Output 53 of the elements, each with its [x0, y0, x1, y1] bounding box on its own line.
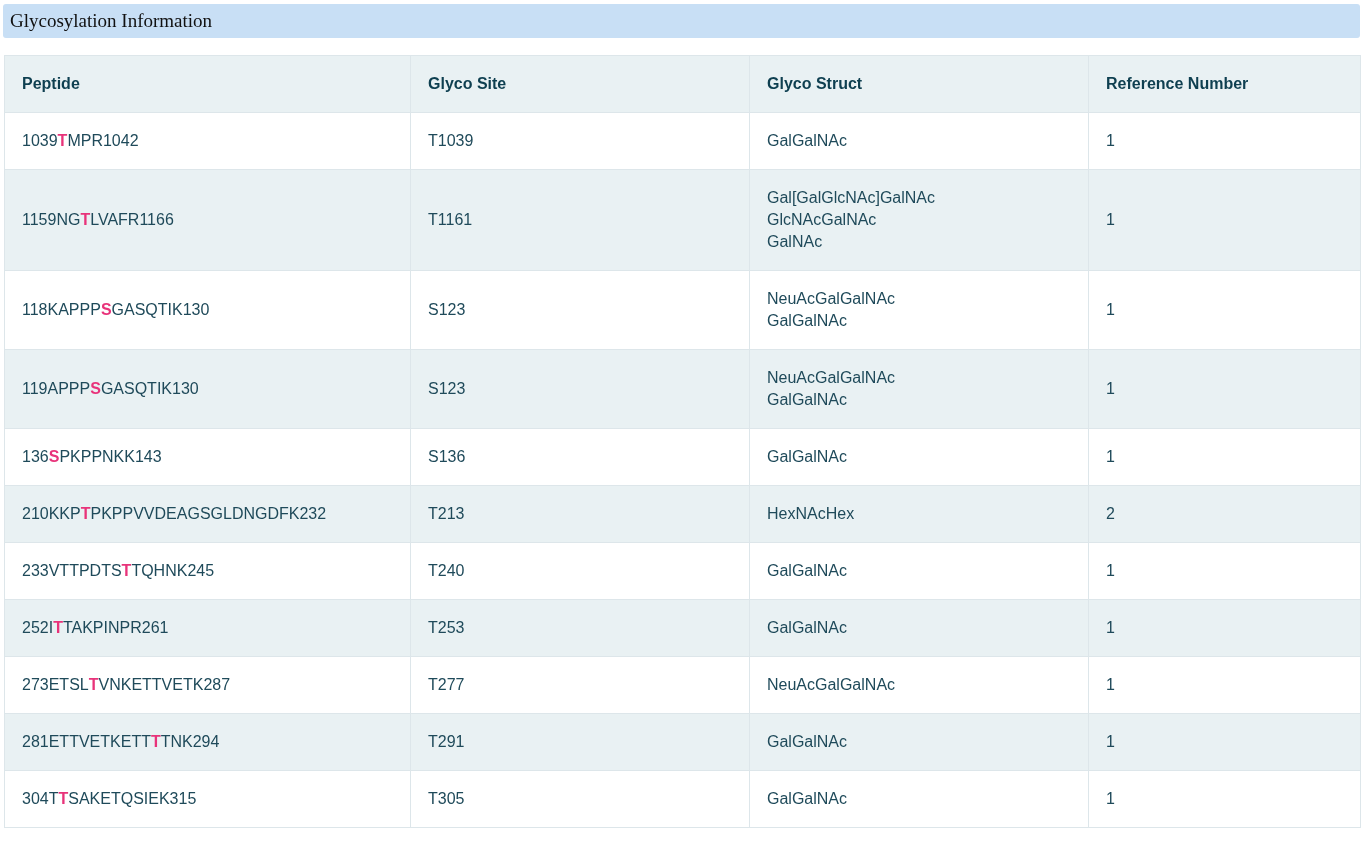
- table-cell: 1: [1088, 713, 1361, 771]
- glyco-structure-text: NeuAcGalGalNAc: [767, 289, 896, 309]
- table-cell: 136SPKPPNKK143: [4, 428, 411, 486]
- table-cell: 1: [1088, 169, 1361, 271]
- column-header: Glyco Struct: [749, 55, 1089, 113]
- glyco-structure-text: GalGalNAc: [767, 447, 848, 467]
- table-cell: 1: [1088, 112, 1361, 170]
- table-cell: 1039TMPR1042: [4, 112, 411, 170]
- glyco-structure-text: GlcNAcGalNAc: [767, 210, 877, 230]
- table-cell: T1161: [410, 169, 750, 271]
- table-cell: 1159NGTLVAFR1166: [4, 169, 411, 271]
- table-cell: 233VTTPDTSTTQHNK245: [4, 542, 411, 600]
- table-cell: 1: [1088, 349, 1361, 429]
- glyco-structure-text: NeuAcGalGalNAc: [767, 368, 896, 388]
- glyco-structure-text: GalGalNAc: [767, 390, 848, 410]
- table-cell: T305: [410, 770, 750, 828]
- table-cell: S123: [410, 270, 750, 350]
- table-cell: 1: [1088, 542, 1361, 600]
- glyco-structure-text: GalGalNAc: [767, 789, 848, 809]
- glyco-structure-text: Gal[GalGlcNAc]GalNAc: [767, 188, 936, 208]
- table-cell: T213: [410, 485, 750, 543]
- table-cell: T253: [410, 599, 750, 657]
- table-cell: 1: [1088, 656, 1361, 714]
- glyco-structure-text: HexNAcHex: [767, 504, 855, 524]
- table-cell: T277: [410, 656, 750, 714]
- glyco-structure-text: GalGalNAc: [767, 311, 848, 331]
- table-cell: S136: [410, 428, 750, 486]
- glyco-structure-text: GalGalNAc: [767, 131, 848, 151]
- column-header: Peptide: [4, 55, 411, 113]
- section-header: Glycosylation Information: [3, 4, 1360, 38]
- table-cell: T1039: [410, 112, 750, 170]
- table-cell: 118KAPPPSGASQTIK130: [4, 270, 411, 350]
- table-cell: 2: [1088, 485, 1361, 543]
- table-cell: 119APPPSGASQTIK130: [4, 349, 411, 429]
- glyco-structure-text: GalGalNAc: [767, 561, 848, 581]
- column-header: Glyco Site: [410, 55, 750, 113]
- glyco-structure-text: NeuAcGalGalNAc: [767, 675, 896, 695]
- table-cell: 304TTSAKETQSIEK315: [4, 770, 411, 828]
- table-cell: 1: [1088, 770, 1361, 828]
- table-cell: 1: [1088, 428, 1361, 486]
- table-cell: S123: [410, 349, 750, 429]
- table-cell: 273ETSLTVNKETTVETK287: [4, 656, 411, 714]
- column-header: Reference Number: [1088, 55, 1361, 113]
- table-cell: 1: [1088, 270, 1361, 350]
- table-cell: 281ETTVETKETTTTNK294: [4, 713, 411, 771]
- glyco-structure-text: GalGalNAc: [767, 618, 848, 638]
- table-cell: 1: [1088, 599, 1361, 657]
- table-cell: T291: [410, 713, 750, 771]
- table-cell: 210KKPTPKPPVVDEAGSGLDNGDFK232: [4, 485, 411, 543]
- table-cell: 252ITTAKPINPR261: [4, 599, 411, 657]
- table-cell: T240: [410, 542, 750, 600]
- glyco-structure-text: GalNAc: [767, 232, 823, 252]
- glyco-structure-text: GalGalNAc: [767, 732, 848, 752]
